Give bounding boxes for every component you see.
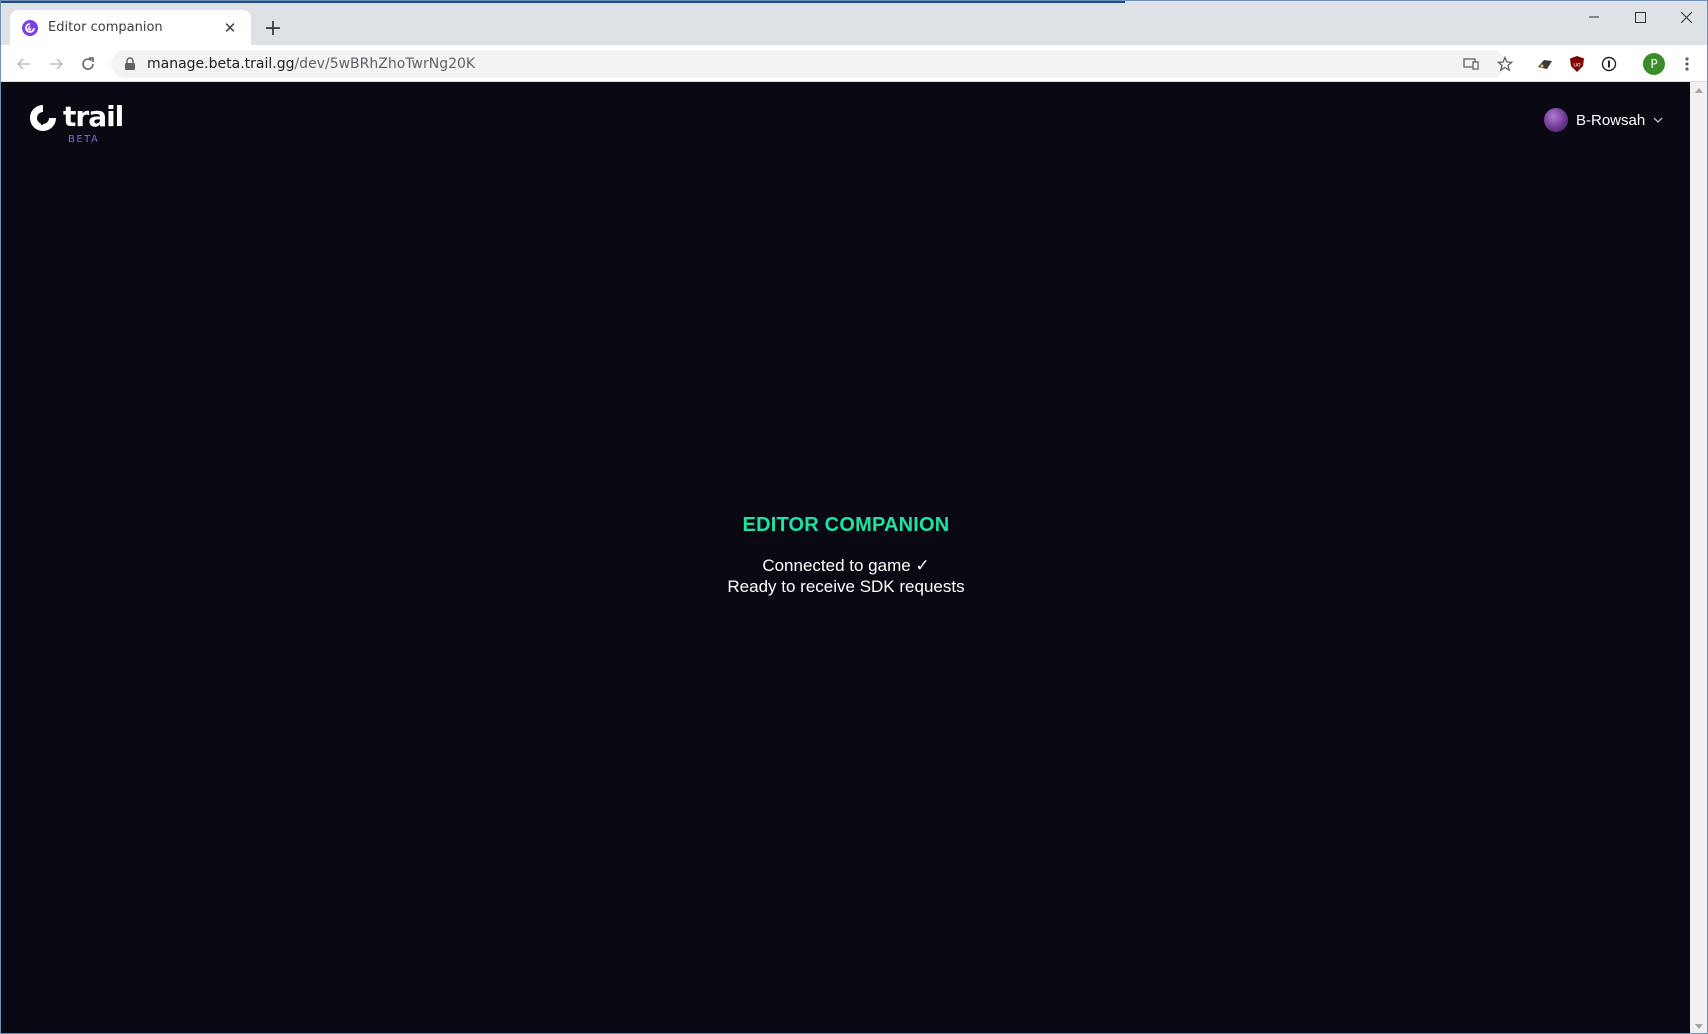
svg-text:uo: uo [1573, 62, 1581, 69]
minimize-icon[interactable] [1571, 1, 1617, 33]
scroll-up-arrow-icon[interactable] [1690, 82, 1707, 99]
cast-icon[interactable] [1458, 50, 1484, 78]
companion-heading: EDITOR COMPANION [742, 514, 950, 536]
maximize-icon[interactable] [1617, 1, 1663, 33]
new-tab-button[interactable]: + [262, 16, 284, 41]
titlebar-accent [1, 1, 1125, 3]
tab-close-icon[interactable]: ✕ [221, 19, 239, 37]
window-close-icon[interactable] [1663, 1, 1707, 33]
scroll-down-arrow-icon[interactable] [1690, 1018, 1707, 1033]
chevron-down-icon [1653, 114, 1665, 126]
address-bar[interactable]: manage.beta.trail.gg/dev/5wBRhZhoTwrNg20… [111, 50, 1506, 78]
ublock-shield-icon[interactable]: uo [1565, 52, 1589, 76]
companion-status: Connected to game ✓ Ready to receive SDK… [1, 555, 1691, 597]
user-menu[interactable]: B-Rowsah [1544, 108, 1665, 132]
page-scrollbar[interactable] [1690, 82, 1707, 1033]
profile-initial: P [1643, 53, 1665, 75]
lock-icon [123, 57, 137, 71]
user-name: B-Rowsah [1576, 111, 1646, 129]
back-arrow-icon[interactable] [11, 51, 37, 77]
url-path: /dev/5wBRhZhoTwrNg20K [294, 56, 476, 72]
status-ready: Ready to receive SDK requests [727, 577, 965, 596]
tab-strip: Editor companion ✕ + [1, 1, 1707, 45]
extension-gamepad-icon[interactable] [1533, 52, 1557, 76]
browser-window: Editor companion ✕ + manage.beta.trail.g… [0, 0, 1708, 1034]
forward-arrow-icon[interactable] [43, 51, 69, 77]
trail-logo-mark-icon [30, 105, 56, 131]
browser-menu-kebab-icon[interactable] [1675, 52, 1699, 76]
page-viewport: trail BETA B-Rowsah EDITOR COMPANION Con… [1, 82, 1691, 1033]
browser-toolbar: manage.beta.trail.gg/dev/5wBRhZhoTwrNg20… [1, 45, 1707, 82]
trail-logo[interactable]: trail BETA [29, 100, 149, 148]
editor-companion-panel: EDITOR COMPANION Connected to game ✓ Rea… [1, 514, 1691, 597]
bookmark-star-icon[interactable] [1492, 50, 1518, 78]
url-host: manage.beta.trail.gg [147, 56, 295, 72]
info-circle-icon[interactable] [1597, 52, 1621, 76]
url-text: manage.beta.trail.gg/dev/5wBRhZhoTwrNg20… [147, 56, 475, 72]
tab-title: Editor companion [48, 20, 163, 35]
status-connected: Connected to game ✓ [762, 556, 930, 575]
tab-editor-companion[interactable]: Editor companion ✕ [10, 10, 251, 45]
reload-icon[interactable] [75, 51, 101, 77]
beta-badge: BETA [68, 134, 100, 145]
trail-favicon-icon [22, 19, 38, 36]
logo-wordmark: trail [63, 100, 124, 133]
user-avatar [1544, 108, 1568, 132]
profile-avatar[interactable]: P [1642, 52, 1666, 76]
